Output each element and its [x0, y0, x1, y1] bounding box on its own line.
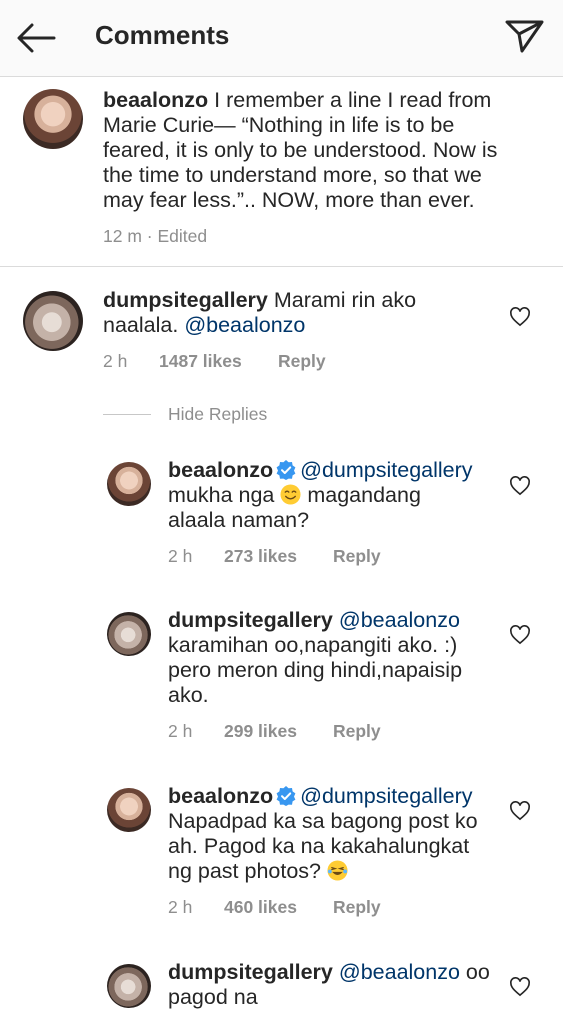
verified-badge-icon: [276, 460, 296, 480]
laughing-tears-emoji-icon: [327, 860, 348, 881]
edited-label: Edited: [157, 226, 208, 246]
reply-text: beaalonzo @dumpsitegallery mukha nga mag…: [168, 458, 473, 532]
mention-link[interactable]: @dumpsitegallery: [300, 784, 472, 808]
reply-meta: 2 h 273 likes Reply: [168, 546, 468, 567]
verified-badge-icon: [276, 786, 296, 806]
mention-link[interactable]: @beaalonzo: [339, 960, 460, 984]
heart-icon[interactable]: [509, 307, 531, 327]
smiling-face-emoji-icon: [280, 484, 301, 505]
reply-button[interactable]: Reply: [333, 546, 381, 567]
divider: [103, 414, 151, 415]
username[interactable]: beaalonzo: [168, 784, 273, 808]
caption-meta: 12 m · Edited: [103, 226, 208, 246]
avatar[interactable]: [107, 964, 151, 1008]
paper-plane-icon: [505, 20, 544, 53]
reply-button[interactable]: Reply: [333, 897, 381, 918]
back-button[interactable]: [14, 18, 58, 58]
username[interactable]: dumpsitegallery: [103, 288, 268, 312]
heart-icon[interactable]: [509, 476, 531, 496]
reply-text: dumpsitegallery @beaalonzo karamihan oo,…: [168, 608, 463, 707]
avatar[interactable]: [107, 462, 151, 506]
avatar[interactable]: [23, 291, 83, 351]
reply-meta: 2 h 299 likes Reply: [168, 721, 468, 742]
reply-meta: 2 h 460 likes Reply: [168, 897, 468, 918]
likes-count[interactable]: 299 likes: [224, 721, 297, 742]
heart-icon[interactable]: [509, 977, 531, 997]
timestamp: 2 h: [103, 351, 128, 371]
timestamp: 2 h: [168, 721, 193, 741]
timestamp: 2 h: [168, 546, 193, 566]
header-bar: Comments: [0, 0, 563, 77]
reply-button[interactable]: Reply: [278, 351, 326, 372]
heart-icon[interactable]: [509, 801, 531, 821]
caption-text: beaalonzo I remember a line I read from …: [103, 88, 498, 212]
post-caption: beaalonzo I remember a line I read from …: [0, 76, 563, 267]
timestamp: 2 h: [168, 897, 193, 917]
username[interactable]: dumpsitegallery: [168, 960, 333, 984]
mention-link[interactable]: @beaalonzo: [184, 313, 305, 337]
mention-link[interactable]: @dumpsitegallery: [300, 458, 472, 482]
likes-count[interactable]: 460 likes: [224, 897, 297, 918]
reply-text: dumpsitegallery @beaalonzo oo pagod na: [168, 960, 490, 1009]
comment-text: dumpsitegallery Marami rin ako naalala. …: [103, 288, 417, 337]
likes-count[interactable]: 273 likes: [224, 546, 297, 567]
heart-icon[interactable]: [509, 625, 531, 645]
likes-count[interactable]: 1487 likes: [159, 351, 242, 372]
comment-meta: 2 h 1487 likes Reply: [103, 351, 403, 372]
username[interactable]: dumpsitegallery: [168, 608, 333, 632]
arrow-left-icon: [17, 23, 56, 53]
mention-link[interactable]: @beaalonzo: [339, 608, 460, 632]
reply-text: beaalonzo @dumpsitegallery Napadpad ka s…: [168, 784, 478, 883]
username[interactable]: beaalonzo: [168, 458, 273, 482]
avatar[interactable]: [107, 788, 151, 832]
timestamp: 12 m: [103, 226, 142, 246]
avatar[interactable]: [23, 89, 83, 149]
avatar[interactable]: [107, 612, 151, 656]
page-title: Comments: [95, 20, 230, 50]
reply-button[interactable]: Reply: [333, 721, 381, 742]
share-button[interactable]: [502, 16, 546, 56]
username[interactable]: beaalonzo: [103, 88, 208, 112]
